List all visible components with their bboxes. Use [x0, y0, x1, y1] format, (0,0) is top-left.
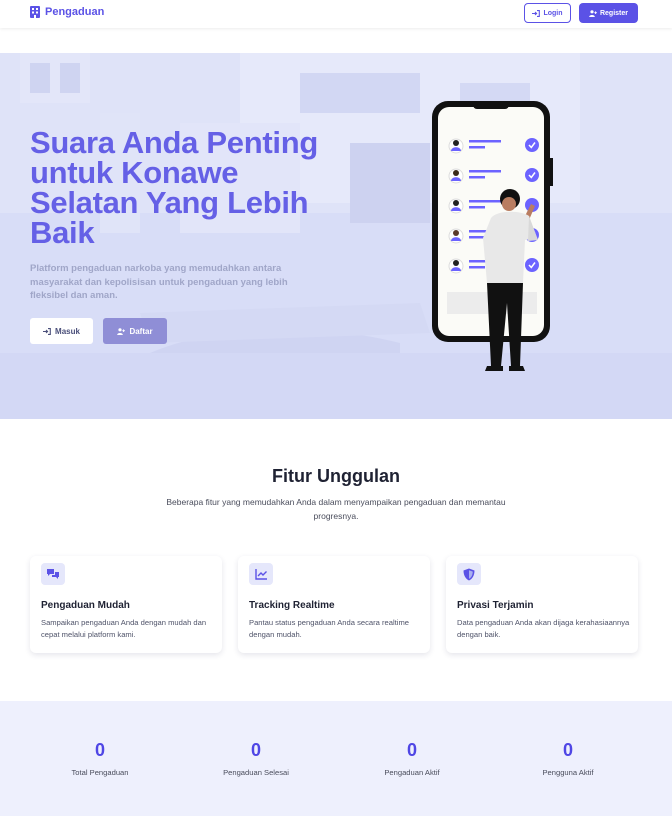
- stat-pengaduan-aktif: 0 Pengaduan Aktif: [352, 740, 472, 777]
- stat-total-pengaduan: 0 Total Pengaduan: [40, 740, 160, 777]
- stat-pengaduan-selesai: 0 Pengaduan Selesai: [196, 740, 316, 777]
- feature-description: Sampaikan pengaduan Anda dengan mudah da…: [41, 618, 207, 639]
- features-subtitle: Beberapa fitur yang memudahkan Anda dala…: [166, 497, 506, 521]
- masuk-button[interactable]: Masuk: [30, 318, 93, 344]
- stat-label: Total Pengaduan: [71, 768, 129, 777]
- stat-label: Pengaduan Aktif: [384, 768, 440, 777]
- feature-description: Data pengaduan Anda akan dijaga kerahasi…: [457, 618, 630, 639]
- hero-description: Platform pengaduan narkoba yang memudahk…: [30, 263, 288, 301]
- features-title: Fitur Unggulan: [272, 466, 400, 486]
- stat-label: Pengguna Aktif: [542, 768, 594, 777]
- feature-card-pengaduan-mudah: Pengaduan Mudah Sampaikan pengaduan Anda…: [30, 556, 222, 653]
- stats-section: 0 Total Pengaduan 0 Pengaduan Selesai 0 …: [0, 701, 672, 816]
- user-plus-icon: [117, 327, 126, 335]
- user-plus-icon: [589, 9, 597, 17]
- feature-title: Tracking Realtime: [249, 600, 335, 611]
- building-icon: [30, 6, 40, 18]
- daftar-button[interactable]: Daftar: [103, 318, 167, 344]
- navbar: Pengaduan Login Register: [0, 0, 672, 28]
- register-label: Register: [599, 9, 628, 17]
- masuk-label: Masuk: [55, 326, 80, 336]
- login-button[interactable]: Login: [524, 3, 571, 23]
- stat-value: 0: [250, 740, 261, 760]
- daftar-label: Daftar: [129, 326, 153, 336]
- login-label: Login: [543, 9, 563, 17]
- brand-name: Pengaduan: [45, 6, 105, 18]
- chart-line-icon: [249, 563, 273, 585]
- brand-link[interactable]: Pengaduan: [30, 6, 104, 18]
- phone-person-illustration: [432, 101, 553, 371]
- chat-bubbles-icon: [41, 563, 65, 585]
- shield-icon: [457, 563, 481, 585]
- feature-title: Privasi Terjamin: [457, 600, 534, 611]
- stat-value: 0: [562, 740, 573, 760]
- stat-label: Pengaduan Selesai: [223, 768, 289, 777]
- feature-card-privasi-terjamin: Privasi Terjamin Data pengaduan Anda aka…: [446, 556, 638, 653]
- stat-value: 0: [406, 740, 417, 760]
- feature-card-tracking-realtime: Tracking Realtime Pantau status pengadua…: [238, 556, 430, 653]
- feature-title: Pengaduan Mudah: [41, 600, 130, 611]
- sign-in-icon: [532, 9, 541, 17]
- stat-pengguna-aktif: 0 Pengguna Aktif: [508, 740, 628, 777]
- hero-title: Suara Anda Penting untuk Konawe Selatan …: [30, 125, 318, 250]
- stat-value: 0: [94, 740, 105, 760]
- sign-in-icon: [43, 327, 51, 335]
- register-button[interactable]: Register: [579, 3, 638, 23]
- feature-description: Pantau status pengaduan Anda secara real…: [249, 618, 410, 639]
- hero-section: Suara Anda Penting untuk Konawe Selatan …: [0, 53, 672, 419]
